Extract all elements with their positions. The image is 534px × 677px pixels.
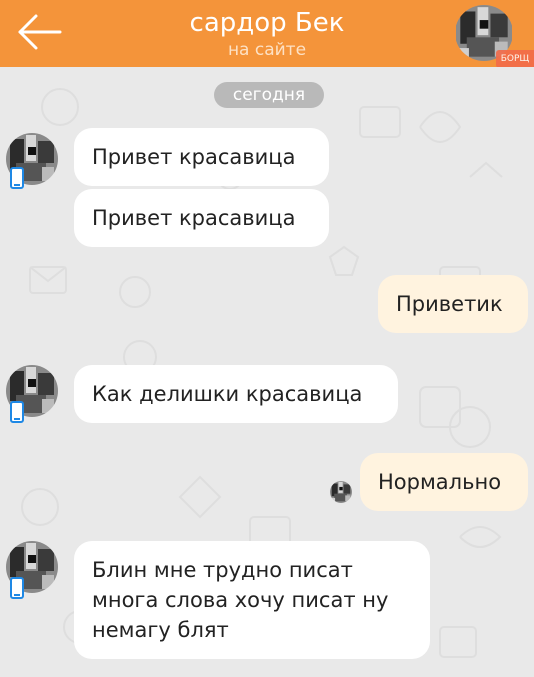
message-text-line: Блин мне трудно писат bbox=[92, 558, 353, 582]
chat-area[interactable]: сегодня Привет красавица Привет красавиц… bbox=[0, 67, 534, 677]
contact-name[interactable]: сардор Бек bbox=[0, 8, 534, 38]
chat-header: сардор Бек на сайте БОРЩ bbox=[0, 0, 534, 68]
mobile-phone-icon bbox=[10, 167, 24, 189]
message-bubble-outgoing[interactable]: Нормально bbox=[360, 453, 528, 511]
online-status: на сайте bbox=[227, 40, 307, 60]
message-bubble[interactable]: Как делишки красавица bbox=[74, 365, 398, 423]
message-text: Привет красавица bbox=[92, 206, 296, 230]
message-bubble[interactable]: Привет красавица bbox=[74, 189, 329, 247]
message-text-line: немагу блят bbox=[92, 618, 229, 642]
message-bubble[interactable]: Привет красавица bbox=[74, 128, 329, 186]
mobile-phone-icon bbox=[10, 577, 24, 599]
mobile-phone-icon bbox=[10, 401, 24, 423]
message-text: Нормально bbox=[378, 470, 502, 494]
date-divider: сегодня bbox=[214, 82, 324, 108]
message-text: Как делишки красавица bbox=[92, 382, 363, 406]
message-text: Приветик bbox=[396, 292, 503, 316]
watermark-logo: БОРЩ bbox=[496, 50, 534, 68]
read-avatar-icon bbox=[330, 481, 352, 503]
message-bubble-outgoing[interactable]: Приветик bbox=[378, 275, 528, 333]
message-text: Привет красавица bbox=[92, 145, 296, 169]
message-bubble[interactable]: Блин мне трудно писат многа слова хочу п… bbox=[74, 541, 430, 659]
message-text-line: многа слова хочу писат ну bbox=[92, 588, 389, 612]
